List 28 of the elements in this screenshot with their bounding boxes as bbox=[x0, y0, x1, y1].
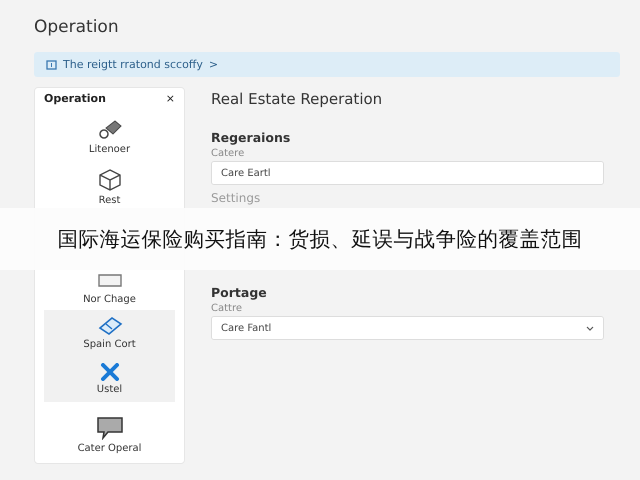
tray-icon bbox=[96, 273, 122, 287]
close-icon bbox=[100, 363, 120, 381]
section-title: Real Estate Reperation bbox=[211, 90, 384, 110]
close-button[interactable]: × bbox=[166, 92, 175, 106]
sidebar-item[interactable]: Spain Cort bbox=[44, 310, 175, 356]
dropdown-field[interactable]: Care Fantl bbox=[211, 316, 604, 340]
sidebar-item[interactable]: Rest bbox=[44, 164, 175, 210]
page-title: Operation bbox=[33, 16, 120, 39]
chevron-icon: > bbox=[208, 58, 218, 71]
sidebar-item[interactable]: Litenoer bbox=[44, 110, 175, 164]
speech-bubble-icon bbox=[96, 416, 124, 440]
chevron-down-icon bbox=[586, 326, 594, 330]
cube-icon bbox=[98, 168, 122, 192]
panel-title: Operation bbox=[44, 92, 106, 106]
tag-icon bbox=[96, 119, 122, 141]
sidebar-item[interactable]: Ustel bbox=[44, 356, 175, 402]
info-icon bbox=[46, 60, 57, 70]
field-label: Cattre bbox=[211, 303, 243, 314]
info-text: The reigtt rratond sccoffy bbox=[63, 58, 203, 71]
sidebar-item[interactable]: Nor Chage bbox=[44, 288, 175, 310]
input-field[interactable]: Care Eartl bbox=[211, 161, 604, 185]
section-heading: Regeraions bbox=[211, 130, 292, 145]
sidebar-item[interactable]: Cater Operal bbox=[44, 402, 175, 468]
caption-toast: 国际海运保险购买指南：货损、延误与战争险的覆盖范围 bbox=[0, 208, 640, 270]
section-heading: Settings bbox=[211, 191, 262, 205]
section-heading: Portage bbox=[211, 285, 268, 300]
field-label: Catere bbox=[211, 148, 246, 159]
info-bar[interactable]: The reigtt rratond sccoffy > bbox=[34, 52, 620, 77]
